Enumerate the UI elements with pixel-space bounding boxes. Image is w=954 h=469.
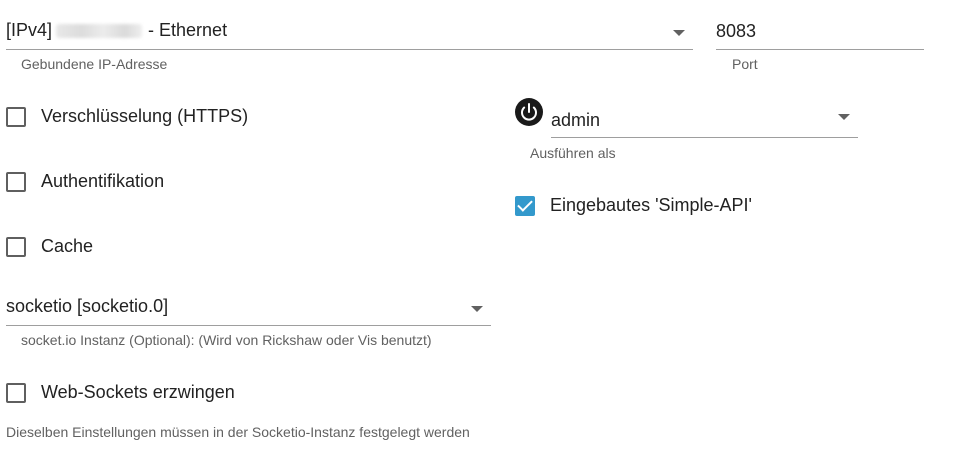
run-as-select[interactable]: admin xyxy=(551,102,858,138)
auth-checkbox-row[interactable]: Authentifikation xyxy=(6,171,164,192)
https-label: Verschlüsselung (HTTPS) xyxy=(41,106,249,126)
https-checkbox-row[interactable]: Verschlüsselung (HTTPS) xyxy=(6,106,248,127)
chevron-down-icon xyxy=(673,30,685,36)
chevron-down-icon xyxy=(471,306,483,312)
chevron-down-icon xyxy=(838,114,850,120)
auth-label: Authentifikation xyxy=(41,171,165,191)
run-as-helper: Ausführen als xyxy=(530,145,616,161)
force-websockets-checkbox-row[interactable]: Web-Sockets erzwingen xyxy=(6,382,235,403)
run-as-value: admin xyxy=(551,110,601,130)
port-helper: Port xyxy=(732,56,758,72)
force-websockets-label: Web-Sockets erzwingen xyxy=(41,382,235,402)
bind-ip-select[interactable]: [IPv4] - Ethernet xyxy=(6,14,693,50)
cache-checkbox[interactable] xyxy=(6,236,26,257)
cache-checkbox-row[interactable]: Cache xyxy=(6,236,93,257)
redacted-ip xyxy=(56,24,143,39)
https-checkbox[interactable] xyxy=(6,106,26,127)
simple-api-checkbox[interactable] xyxy=(515,195,535,216)
socketio-value: socketio [socketio.0] xyxy=(6,296,169,316)
bind-ip-helper: Gebundene IP-Adresse xyxy=(21,56,168,72)
cache-label: Cache xyxy=(41,236,94,256)
socketio-helper: socket.io Instanz (Optional): (Wird von … xyxy=(21,332,432,348)
auth-checkbox[interactable] xyxy=(6,171,26,192)
simple-api-label: Eingebautes 'Simple-API' xyxy=(550,195,752,215)
bind-ip-value: [IPv4] - Ethernet xyxy=(6,20,227,41)
bind-ip-prefix: [IPv4] xyxy=(6,20,53,40)
socketio-settings-note: Dieselben Einstellungen müssen in der So… xyxy=(6,424,470,440)
port-input[interactable] xyxy=(716,14,924,50)
bind-ip-suffix: - Ethernet xyxy=(148,20,228,40)
force-websockets-checkbox[interactable] xyxy=(6,382,26,403)
simple-api-checkbox-row[interactable]: Eingebautes 'Simple-API' xyxy=(515,195,752,216)
socketio-select[interactable]: socketio [socketio.0] xyxy=(6,290,491,326)
power-icon xyxy=(515,98,543,126)
